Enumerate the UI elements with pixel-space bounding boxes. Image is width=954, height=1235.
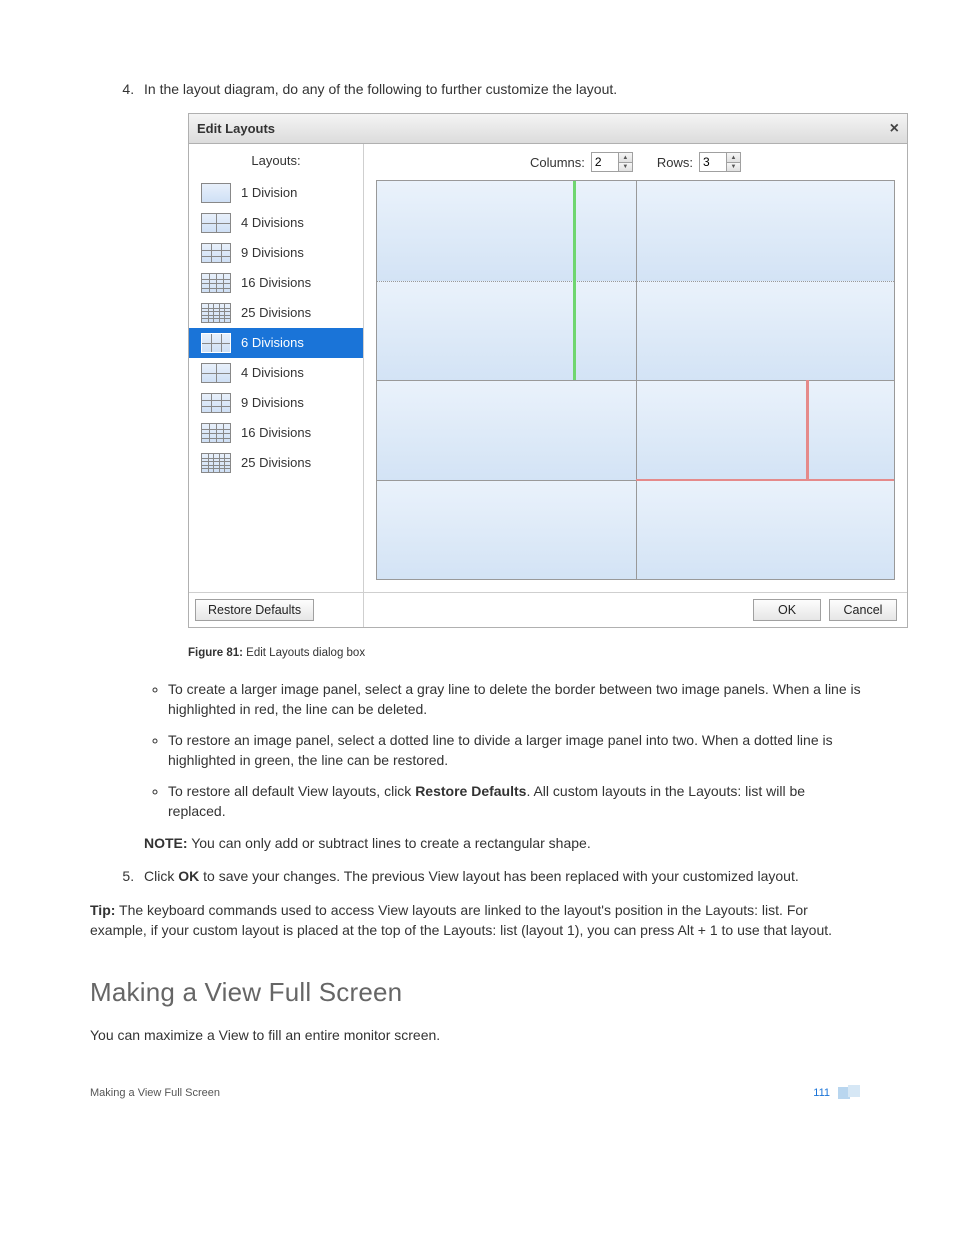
bullet-2: To restore an image panel, select a dott… (168, 731, 864, 770)
grid-line-green[interactable] (573, 181, 576, 380)
figure-caption: Figure 81: Edit Layouts dialog box (188, 646, 864, 662)
grid-line-red[interactable] (636, 479, 895, 481)
note-text: You can only add or subtract lines to cr… (188, 835, 591, 851)
tip: Tip: The keyboard commands used to acces… (90, 900, 864, 941)
figure-label: Figure 81: (188, 647, 243, 659)
layout-item-label: 16 Divisions (241, 424, 311, 442)
layout-grid-icon (201, 333, 231, 353)
grid-line-red[interactable] (806, 380, 809, 480)
rows-up-icon[interactable]: ▲ (727, 153, 740, 163)
layout-item[interactable]: 4 Divisions (189, 208, 363, 238)
dialog-title: Edit Layouts (197, 120, 275, 138)
layout-item[interactable]: 9 Divisions (189, 238, 363, 268)
footer-decoration-icon (838, 1085, 864, 1101)
page-footer: Making a View Full Screen 111 (90, 1085, 864, 1101)
layout-grid-icon (201, 423, 231, 443)
columns-down-icon[interactable]: ▼ (619, 163, 632, 172)
bullet-1: To create a larger image panel, select a… (168, 680, 864, 719)
layout-grid-icon (201, 453, 231, 473)
layout-grid-icon (201, 183, 231, 203)
layout-item[interactable]: 6 Divisions (189, 328, 363, 358)
section-paragraph: You can maximize a View to fill an entir… (90, 1026, 864, 1046)
rows-spinner[interactable]: ▲ ▼ (699, 152, 741, 172)
rows-input[interactable] (700, 153, 726, 171)
layout-item-label: 9 Divisions (241, 244, 304, 262)
columns-spinner[interactable]: ▲ ▼ (591, 152, 633, 172)
layout-item[interactable]: 9 Divisions (189, 388, 363, 418)
note: NOTE: You can only add or subtract lines… (144, 834, 864, 854)
ok-button[interactable]: OK (753, 599, 821, 621)
layout-grid-icon (201, 393, 231, 413)
layout-item[interactable]: 4 Divisions (189, 358, 363, 388)
layout-grid-icon (201, 273, 231, 293)
layout-item-label: 25 Divisions (241, 454, 311, 472)
layout-item-label: 4 Divisions (241, 364, 304, 382)
layout-canvas[interactable] (376, 180, 895, 580)
cancel-button[interactable]: Cancel (829, 599, 897, 621)
layout-item-label: 1 Division (241, 184, 297, 202)
layout-item-label: 16 Divisions (241, 274, 311, 292)
columns-up-icon[interactable]: ▲ (619, 153, 632, 163)
tip-label: Tip: (90, 902, 115, 918)
restore-defaults-button[interactable]: Restore Defaults (195, 599, 314, 621)
section-heading: Making a View Full Screen (90, 977, 864, 1008)
tip-text: The keyboard commands used to access Vie… (90, 902, 832, 938)
columns-label: Columns: (530, 154, 585, 172)
layout-item-label: 25 Divisions (241, 304, 311, 322)
columns-input[interactable] (592, 153, 618, 171)
step-4-text: In the layout diagram, do any of the fol… (144, 81, 617, 97)
layout-item-label: 9 Divisions (241, 394, 304, 412)
layout-item[interactable]: 16 Divisions (189, 268, 363, 298)
layout-grid-icon (201, 243, 231, 263)
footer-left: Making a View Full Screen (90, 1087, 220, 1099)
edit-layouts-dialog: Edit Layouts × Layouts: 1 Division 4 Divi… (188, 113, 908, 629)
bullet-3: To restore all default View layouts, cli… (168, 782, 864, 821)
layout-item-label: 6 Divisions (241, 334, 304, 352)
step-5: Click OK to save your changes. The previ… (138, 867, 864, 886)
close-icon[interactable]: × (890, 118, 899, 140)
figure-text: Edit Layouts dialog box (243, 647, 365, 659)
layout-list: 1 Division 4 Divisions 9 Divisions 16 Divis… (189, 178, 363, 592)
rows-down-icon[interactable]: ▼ (727, 163, 740, 172)
grid-line[interactable] (636, 181, 637, 579)
layout-grid-icon (201, 213, 231, 233)
dialog-titlebar: Edit Layouts × (189, 114, 907, 145)
layout-editor-pane: Columns: ▲ ▼ Rows: (364, 144, 907, 627)
rows-label: Rows: (657, 154, 693, 172)
layouts-header: Layouts: (189, 144, 363, 178)
layout-grid-icon (201, 363, 231, 383)
page-number: 111 (813, 1087, 830, 1099)
note-label: NOTE: (144, 835, 188, 851)
layout-item[interactable]: 1 Division (189, 178, 363, 208)
step-4: In the layout diagram, do any of the fol… (138, 80, 864, 853)
layout-item[interactable]: 25 Divisions (189, 448, 363, 478)
layout-item-label: 4 Divisions (241, 214, 304, 232)
layout-item[interactable]: 25 Divisions (189, 298, 363, 328)
layouts-pane: Layouts: 1 Division 4 Divisions 9 Division… (189, 144, 364, 627)
layout-item[interactable]: 16 Divisions (189, 418, 363, 448)
layout-grid-icon (201, 303, 231, 323)
